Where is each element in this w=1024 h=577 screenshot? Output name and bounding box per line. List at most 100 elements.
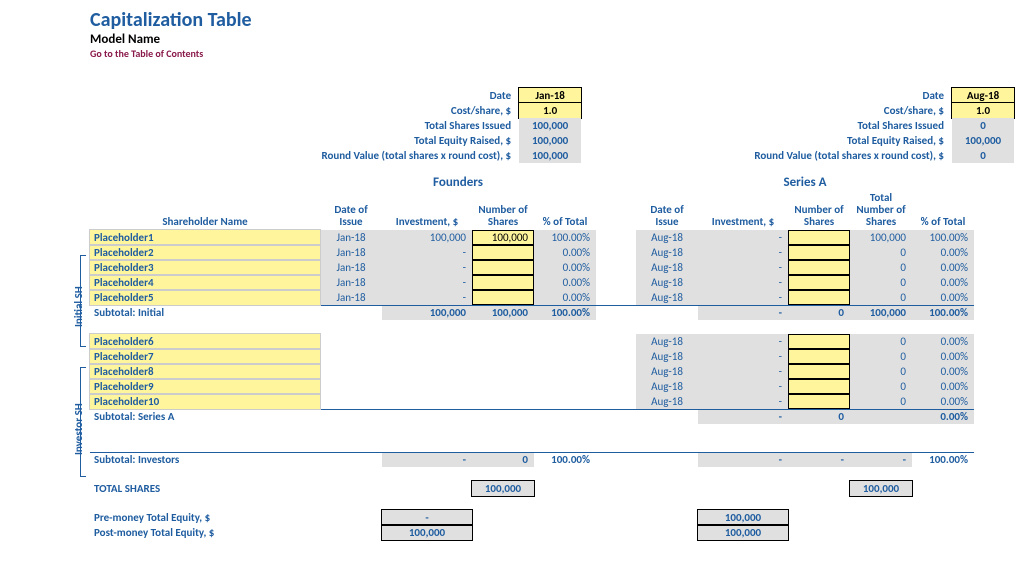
a-date: Aug-18 [636,275,698,290]
f-pct: 0.00% [534,245,596,260]
seriesa-equity-value: 100,000 [952,133,1014,148]
f-num-input[interactable]: 100,000 [472,230,534,245]
col-a-num: Number of Shares [788,190,850,230]
shareholder-name-input[interactable]: Placeholder1 [90,230,320,245]
total-shares-row: TOTAL SHARES 100,000 100,000 [90,481,974,496]
col-f-date: Date of Issue [320,190,382,230]
f-date: Jan-18 [320,290,382,305]
a-num-input[interactable] [788,334,850,349]
a-tnum: 0 [850,364,912,379]
f-inv: - [382,275,472,290]
founders-cost-input[interactable]: 1.0 [519,103,581,118]
a-date: Aug-18 [636,334,698,349]
f-inv: - [382,245,472,260]
f-date: Jan-18 [320,245,382,260]
stat-label-roundval: Round Value (total shares x round cost),… [621,148,952,163]
f-num-input[interactable] [472,245,534,260]
pre-money-row: Pre-money Total Equity, $ - 100,000 [90,510,974,525]
f-num-input[interactable] [472,275,534,290]
stat-label-date: Date [90,88,519,103]
stat-label-shares: Total Shares Issued [621,118,952,133]
f-pct: 0.00% [534,260,596,275]
a-num-input[interactable] [788,275,850,290]
a-num-input[interactable] [788,260,850,275]
a-tnum: 0 [850,260,912,275]
table-row: Placeholder4Jan-18-0.00%Aug-18-00.00% [90,275,974,290]
stat-label-equity: Total Equity Raised, $ [90,133,519,148]
a-num-input[interactable] [788,364,850,379]
subtotal-seriesa-row: Subtotal: Series A - 0 0.00% [90,409,974,424]
si-a-pct: 100.00% [912,452,974,467]
seriesa-date-input[interactable]: Aug-18 [952,88,1014,103]
stat-label-date: Date [621,88,952,103]
a-tnum: 100,000 [850,230,912,245]
cap-table-area: Initial SH Investor SH Founders Series A… [10,175,1014,540]
shareholder-name-input[interactable]: Placeholder7 [90,349,320,364]
bracket-initial [80,255,86,347]
a-date: Aug-18 [636,245,698,260]
a-num-input[interactable] [788,245,850,260]
subtotal-a-num: 0 [788,305,850,320]
column-head-row: Shareholder Name Date of Issue Investmen… [90,190,974,230]
founders-roundval-value: 100,000 [519,148,581,163]
col-a-date: Date of Issue [636,190,698,230]
table-row: Placeholder3Jan-18-0.00%Aug-18-00.00% [90,260,974,275]
f-num-input[interactable] [472,290,534,305]
si-f-inv: - [382,452,472,467]
shareholder-name-input[interactable]: Placeholder8 [90,364,320,379]
total-shares-f: 100,000 [472,481,534,496]
f-num-input[interactable] [472,260,534,275]
shareholder-name-input[interactable]: Placeholder10 [90,394,320,409]
a-num-input[interactable] [788,379,850,394]
stat-label-roundval: Round Value (total shares x round cost),… [90,148,519,163]
a-inv: - [698,364,788,379]
a-pct: 0.00% [912,290,974,305]
subtotal-sa-num: 0 [788,409,850,424]
si-f-pct: 100.00% [534,452,596,467]
shareholder-name-input[interactable]: Placeholder4 [90,275,320,290]
toc-link[interactable]: Go to the Table of Contents [90,47,1014,60]
a-tnum: 0 [850,275,912,290]
a-num-input[interactable] [788,230,850,245]
founders-date-input[interactable]: Jan-18 [519,88,581,103]
a-num-input[interactable] [788,394,850,409]
a-num-input[interactable] [788,290,850,305]
founders-shares-value: 100,000 [519,118,581,133]
shareholder-name-input[interactable]: Placeholder6 [90,334,320,349]
a-tnum: 0 [850,349,912,364]
subtotal-f-inv: 100,000 [382,305,472,320]
a-pct: 0.00% [912,379,974,394]
a-date: Aug-18 [636,260,698,275]
a-inv: - [698,275,788,290]
table-row: Placeholder5Jan-18-0.00%Aug-18-00.00% [90,290,974,305]
a-inv: - [698,260,788,275]
a-date: Aug-18 [636,364,698,379]
founders-equity-value: 100,000 [519,133,581,148]
table-row: Placeholder2Jan-18-0.00%Aug-18-00.00% [90,245,974,260]
a-pct: 0.00% [912,275,974,290]
a-tnum: 0 [850,379,912,394]
a-date: Aug-18 [636,349,698,364]
shareholder-name-input[interactable]: Placeholder9 [90,379,320,394]
col-a-inv: Investment, $ [698,190,788,230]
shareholder-name-input[interactable]: Placeholder5 [90,290,320,305]
shareholder-name-input[interactable]: Placeholder2 [90,245,320,260]
col-a-tnum: Total Number of Shares [850,190,912,230]
a-inv: - [698,230,788,245]
shareholder-name-input[interactable]: Placeholder3 [90,260,320,275]
table-row: Placeholder6Aug-18-00.00% [90,334,974,349]
a-num-input[interactable] [788,349,850,364]
subtotal-sa-pct: 0.00% [912,409,974,424]
col-a-pct: % of Total [912,190,974,230]
subtotal-f-num: 100,000 [472,305,534,320]
subtotal-seriesa-label: Subtotal: Series A [90,409,320,424]
a-date: Aug-18 [636,394,698,409]
post-money-f: 100,000 [382,525,472,540]
f-inv: 100,000 [382,230,472,245]
model-name: Model Name [90,32,1014,47]
a-pct: 0.00% [912,349,974,364]
subtotal-sa-inv: - [698,409,788,424]
f-inv: - [382,290,472,305]
seriesa-cost-input[interactable]: 1.0 [952,103,1014,118]
a-pct: 100.00% [912,230,974,245]
